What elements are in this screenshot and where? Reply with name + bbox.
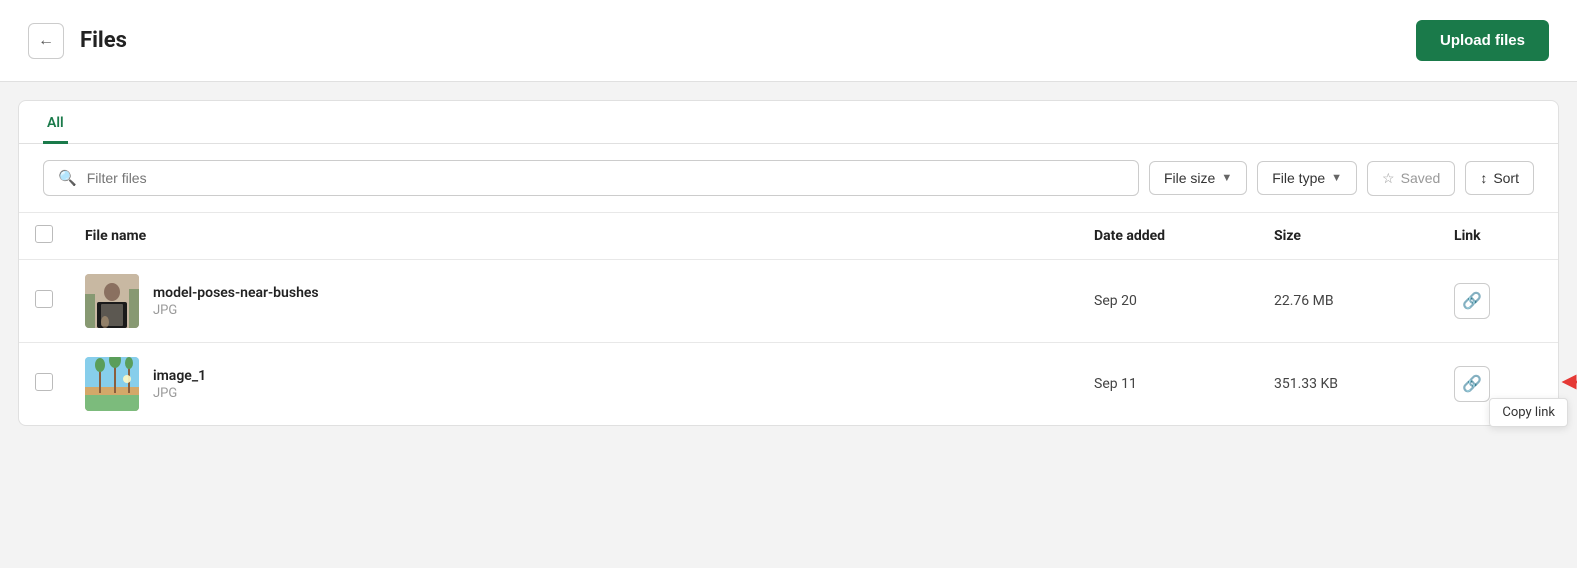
row1-checkbox[interactable] <box>35 290 53 308</box>
file-type-label: File type <box>1272 170 1325 186</box>
th-select-all <box>19 213 69 260</box>
back-button[interactable]: ← <box>28 23 64 59</box>
file-type-filter-button[interactable]: File type ▼ <box>1257 161 1357 195</box>
link-icon: 🔗 <box>1462 374 1482 394</box>
tabs-bar: All <box>19 101 1558 144</box>
search-icon: 🔍 <box>58 169 77 187</box>
row1-link-cell: 🔗 <box>1438 260 1558 343</box>
row2-file-ext: JPG <box>153 386 206 401</box>
star-icon: ☆ <box>1382 170 1395 187</box>
toolbar: 🔍 File size ▼ File type ▼ ☆ Saved ↕ Sort <box>19 144 1558 213</box>
row1-file-ext: JPG <box>153 303 319 318</box>
row2-checkbox-cell <box>19 343 69 426</box>
row1-date: Sep 20 <box>1078 260 1258 343</box>
search-box: 🔍 <box>43 160 1139 196</box>
file-size-dropdown-icon: ▼ <box>1221 172 1232 184</box>
table-header-row: File name Date added Size Link <box>19 213 1558 260</box>
page-title: Files <box>80 28 127 53</box>
row1-link-button[interactable]: 🔗 <box>1454 283 1490 319</box>
select-all-checkbox[interactable] <box>35 225 53 243</box>
th-link: Link <box>1438 213 1558 260</box>
th-date-added: Date added <box>1078 213 1258 260</box>
row1-thumb-svg <box>85 274 139 328</box>
back-icon: ← <box>38 32 54 50</box>
upload-files-button[interactable]: Upload files <box>1416 20 1549 61</box>
row2-checkbox[interactable] <box>35 373 53 391</box>
sort-button[interactable]: ↕ Sort <box>1465 161 1534 195</box>
th-size: Size <box>1258 213 1438 260</box>
table-row: image_1 JPG Sep 11 351.33 KB 🔗 Copy link <box>19 343 1558 426</box>
copy-link-tooltip[interactable]: Copy link <box>1489 398 1568 427</box>
row2-name-cell: image_1 JPG <box>69 343 1078 426</box>
arrow-indicator <box>1561 371 1577 397</box>
file-table: File name Date added Size Link <box>19 213 1558 425</box>
row1-name-cell: model-poses-near-bushes JPG <box>69 260 1078 343</box>
saved-button[interactable]: ☆ Saved <box>1367 161 1455 196</box>
link-icon: 🔗 <box>1462 291 1482 311</box>
row2-thumb-svg <box>85 357 139 411</box>
row2-link-cell: 🔗 Copy link <box>1438 343 1558 426</box>
row2-thumbnail <box>85 357 139 411</box>
saved-label: Saved <box>1401 170 1441 186</box>
sort-label: Sort <box>1493 170 1519 186</box>
sort-icon: ↕ <box>1480 170 1487 186</box>
th-file-name: File name <box>69 213 1078 260</box>
table-row: model-poses-near-bushes JPG Sep 20 22.76… <box>19 260 1558 343</box>
search-input[interactable] <box>87 170 1124 186</box>
header-left: ← Files <box>28 23 127 59</box>
tab-all[interactable]: All <box>43 101 68 144</box>
red-arrow-svg <box>1561 371 1577 393</box>
main-card: All 🔍 File size ▼ File type ▼ ☆ Saved ↕ <box>18 100 1559 426</box>
file-type-dropdown-icon: ▼ <box>1331 172 1342 184</box>
row1-size: 22.76 MB <box>1258 260 1438 343</box>
row2-file-details: image_1 JPG <box>153 368 206 401</box>
row2-date: Sep 11 <box>1078 343 1258 426</box>
header: ← Files Upload files <box>0 0 1577 82</box>
file-size-label: File size <box>1164 170 1215 186</box>
row2-file-name: image_1 <box>153 368 206 384</box>
file-info: image_1 JPG <box>85 357 1062 411</box>
file-size-filter-button[interactable]: File size ▼ <box>1149 161 1247 195</box>
row2-size: 351.33 KB <box>1258 343 1438 426</box>
row1-checkbox-cell <box>19 260 69 343</box>
file-info: model-poses-near-bushes JPG <box>85 274 1062 328</box>
row1-file-name: model-poses-near-bushes <box>153 285 319 301</box>
row1-file-details: model-poses-near-bushes JPG <box>153 285 319 318</box>
row2-link-button[interactable]: 🔗 <box>1454 366 1490 402</box>
row1-thumbnail <box>85 274 139 328</box>
